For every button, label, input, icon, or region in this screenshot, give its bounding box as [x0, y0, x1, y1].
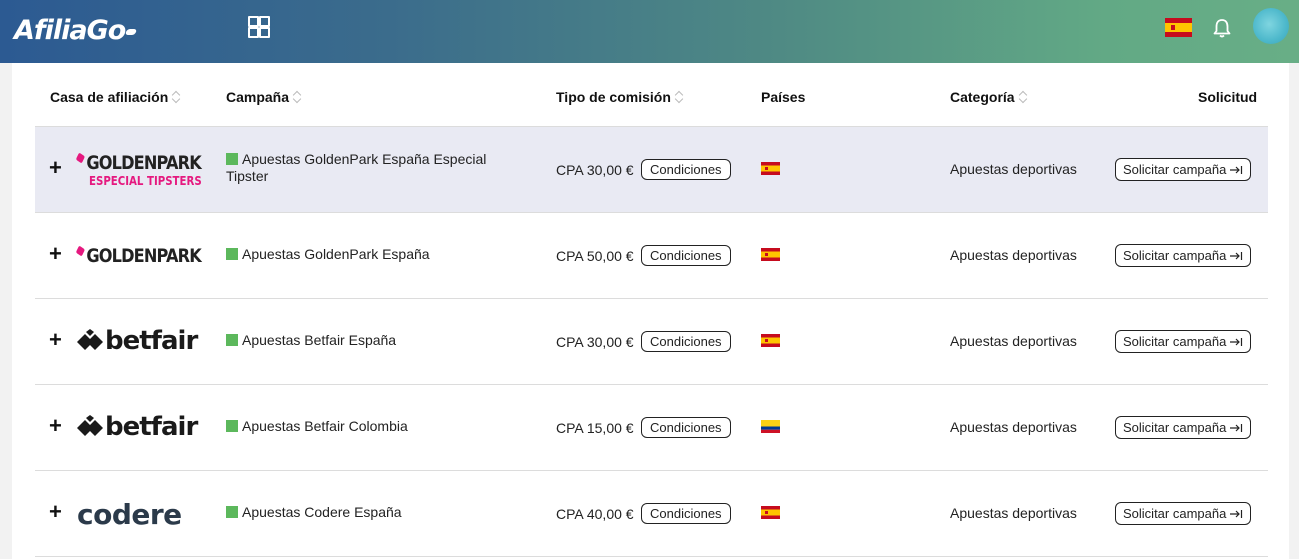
column-header-paises: Países [761, 89, 806, 105]
campaign-name[interactable]: Apuestas Betfair España [226, 332, 496, 349]
spain-flag-icon[interactable] [1165, 18, 1192, 37]
sort-icon[interactable] [293, 91, 302, 105]
spain-flag-icon [761, 162, 780, 175]
category-text: Apuestas deportivas [950, 419, 1077, 435]
logo-text: AfiliaGo [14, 15, 126, 46]
campaign-name[interactable]: Apuestas GoldenPark España Especial Tips… [226, 151, 496, 185]
request-campaign-button[interactable]: Solicitar campaña [1115, 416, 1252, 439]
expand-button[interactable]: + [49, 157, 62, 179]
request-campaign-button[interactable]: Solicitar campaña [1115, 330, 1252, 353]
betfair-logo: betfair [77, 412, 198, 442]
commission-value: CPA 50,00 € [556, 248, 634, 264]
betfair-logo: betfair [77, 326, 198, 356]
user-avatar[interactable] [1253, 8, 1289, 44]
column-header-campana[interactable]: Campaña [226, 89, 302, 105]
betfair-mark-icon [77, 415, 103, 436]
column-header-solicitud: Solicitud [1198, 89, 1258, 105]
conditions-button[interactable]: Condiciones [641, 331, 731, 352]
request-campaign-button[interactable]: Solicitar campaña [1115, 244, 1252, 267]
category-text: Apuestas deportivas [950, 333, 1077, 349]
goldenpark-logo: GOLDENPARK [75, 245, 223, 267]
sort-icon[interactable] [675, 91, 684, 105]
column-header-casa[interactable]: Casa de afiliación [50, 89, 181, 105]
arrow-right-to-line-icon [1230, 338, 1243, 346]
commission-value: CPA 15,00 € [556, 420, 634, 436]
campaign-name[interactable]: Apuestas GoldenPark España [226, 246, 496, 263]
table-row: + codere Apuestas Codere España CPA 40,0… [35, 471, 1268, 557]
table-row: + GOLDENPARK ESPECIAL TIPSTERS Apuestas … [35, 127, 1268, 213]
request-campaign-button[interactable]: Solicitar campaña [1115, 158, 1252, 181]
arrow-right-to-line-icon [1230, 510, 1243, 518]
expand-button[interactable]: + [49, 415, 62, 437]
table-row: + betfair Apuestas Betfair Colombia CPA … [35, 385, 1268, 471]
expand-button[interactable]: + [49, 501, 62, 523]
sort-icon[interactable] [1019, 91, 1028, 105]
campaign-name[interactable]: Apuestas Codere España [226, 504, 496, 521]
arrow-right-to-line-icon [1230, 424, 1243, 432]
table-row: + betfair Apuestas Betfair España CPA 30… [35, 299, 1268, 385]
grid-icon[interactable] [248, 16, 270, 38]
spain-flag-icon [761, 248, 780, 261]
column-header-tipo[interactable]: Tipo de comisión [556, 89, 684, 105]
colombia-flag-icon [761, 420, 780, 433]
afiliago-logo[interactable]: AfiliaGo [14, 14, 138, 48]
goldenpark-logo: GOLDENPARK ESPECIAL TIPSTERS [75, 152, 223, 188]
request-campaign-button[interactable]: Solicitar campaña [1115, 502, 1252, 525]
conditions-button[interactable]: Condiciones [641, 503, 731, 524]
active-status-icon [226, 334, 238, 346]
campaign-name[interactable]: Apuestas Betfair Colombia [226, 418, 496, 435]
category-text: Apuestas deportivas [950, 505, 1077, 521]
active-status-icon [226, 420, 238, 432]
conditions-button[interactable]: Condiciones [641, 245, 731, 266]
table-row: + GOLDENPARK Apuestas GoldenPark España … [35, 213, 1268, 299]
conditions-button[interactable]: Condiciones [641, 159, 731, 180]
active-status-icon [226, 248, 238, 260]
spain-flag-icon [761, 334, 780, 347]
commission-value: CPA 30,00 € [556, 162, 634, 178]
betfair-mark-icon [77, 329, 103, 350]
codere-logo: codere [77, 498, 182, 531]
active-status-icon [226, 506, 238, 518]
commission-value: CPA 40,00 € [556, 506, 634, 522]
category-text: Apuestas deportivas [950, 247, 1077, 263]
active-status-icon [226, 153, 238, 165]
expand-button[interactable]: + [49, 243, 62, 265]
top-bar: AfiliaGo [0, 0, 1299, 63]
arrow-right-to-line-icon [1230, 252, 1243, 260]
sort-icon[interactable] [172, 91, 181, 105]
conditions-button[interactable]: Condiciones [641, 417, 731, 438]
bell-icon[interactable] [1211, 17, 1233, 39]
category-text: Apuestas deportivas [950, 161, 1077, 177]
commission-value: CPA 30,00 € [556, 334, 634, 350]
expand-button[interactable]: + [49, 329, 62, 351]
arrow-right-to-line-icon [1230, 166, 1243, 174]
spain-flag-icon [761, 506, 780, 519]
column-header-categoria[interactable]: Categoría [950, 89, 1028, 105]
